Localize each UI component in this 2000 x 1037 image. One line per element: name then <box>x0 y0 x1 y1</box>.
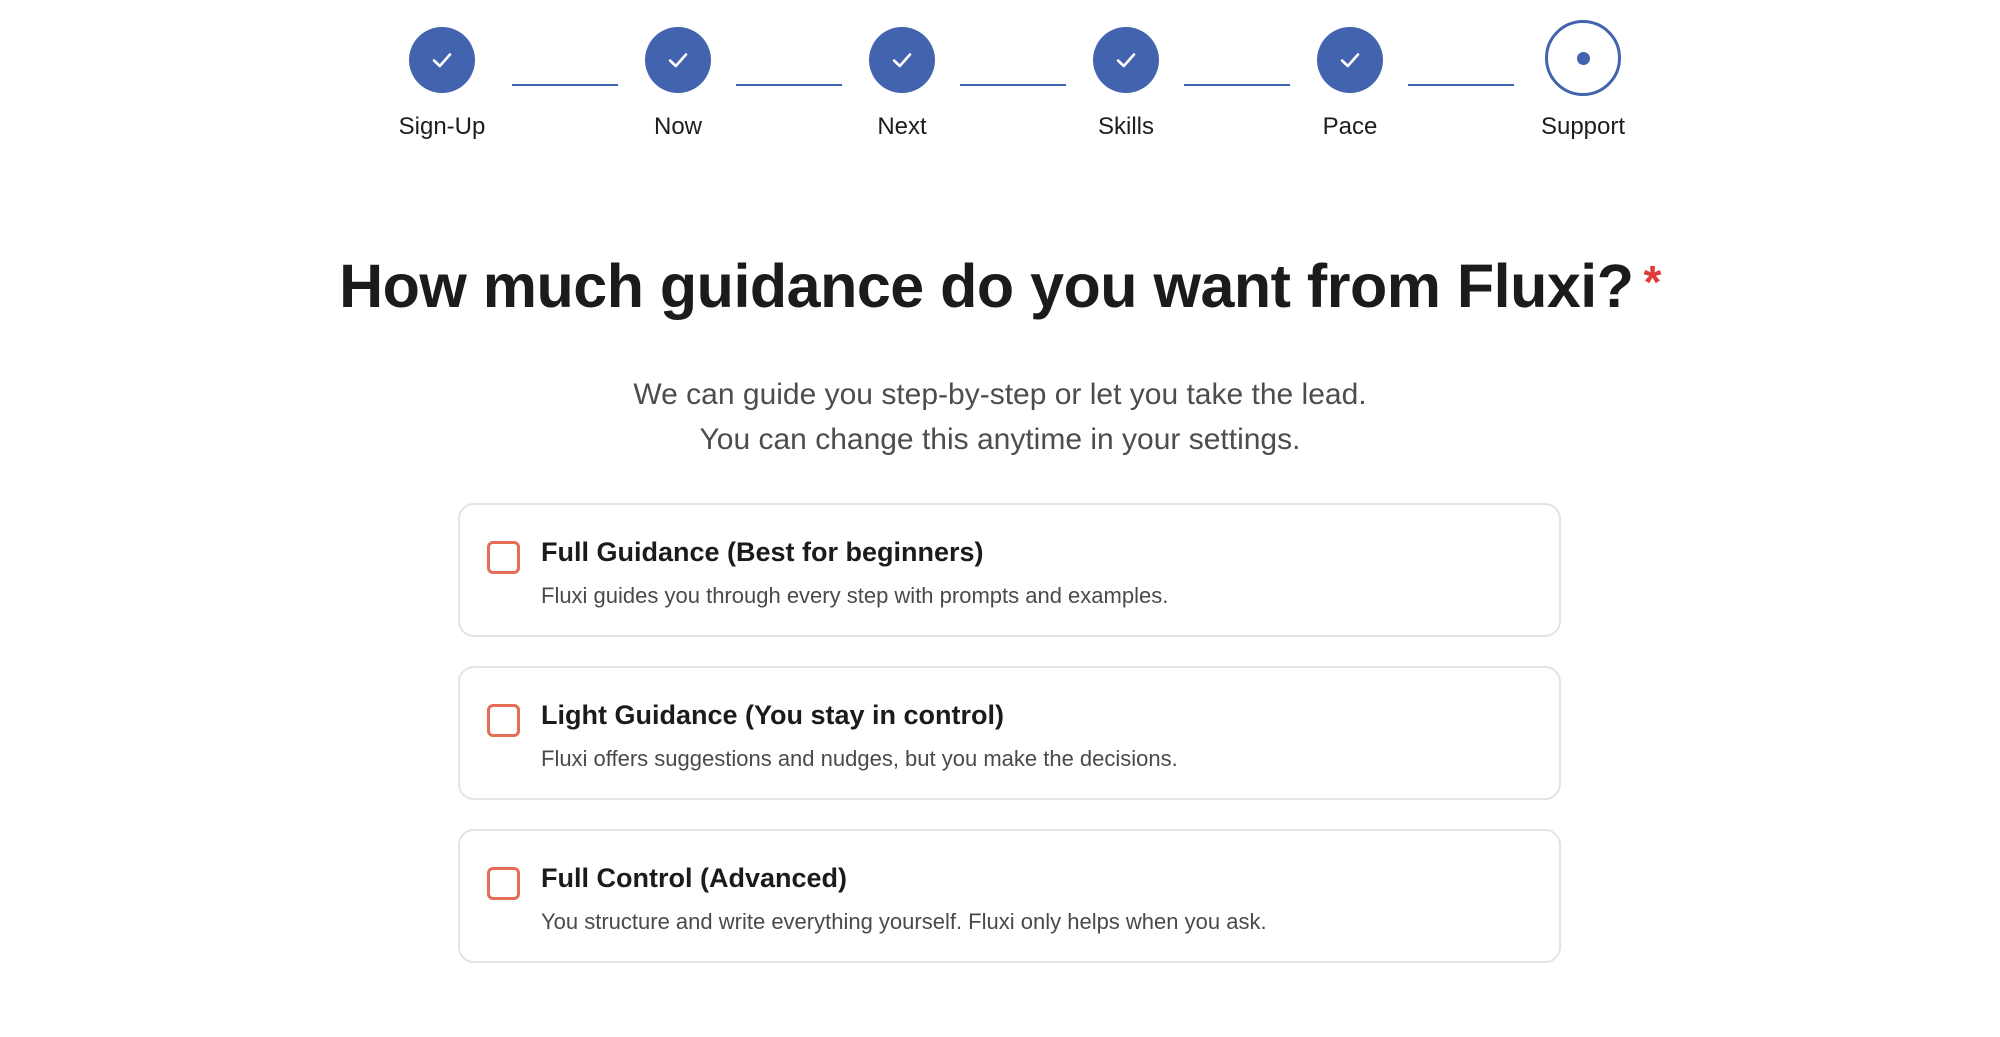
step-label: Now <box>653 113 702 140</box>
option-full-guidance[interactable]: Full Guidance (Best for beginners) Fluxi… <box>458 503 1561 637</box>
option-checkbox[interactable] <box>487 704 520 737</box>
dot-icon <box>1576 51 1590 65</box>
option-checkbox[interactable] <box>487 541 520 574</box>
step-complete-circle <box>409 27 475 93</box>
question-title: How much guidance do you want from Fluxi… <box>339 252 1634 320</box>
checkmark-icon <box>892 53 912 68</box>
step-label: Sign-Up <box>398 113 486 140</box>
option-title: Light Guidance (You stay in control) <box>541 700 1005 730</box>
option-title: Full Control (Advanced) <box>541 863 847 893</box>
checkmark-icon <box>432 53 452 68</box>
option-checkbox[interactable] <box>487 867 520 900</box>
checkmark-icon <box>1116 53 1136 68</box>
option-full-control[interactable]: Full Control (Advanced) You structure an… <box>458 829 1561 963</box>
option-description: Fluxi guides you through every step with… <box>541 583 1169 608</box>
checkmark-icon <box>668 53 688 68</box>
step-complete-circle <box>869 27 935 93</box>
description-line: You can change this anytime in your sett… <box>699 423 1301 456</box>
step-current-circle <box>1545 20 1621 96</box>
progress-stepper: Sign-Up Now Next Skills Pace Support <box>0 0 2000 150</box>
description-line: We can guide you step-by-step or let you… <box>633 378 1367 411</box>
option-title: Full Guidance (Best for beginners) <box>541 537 984 567</box>
option-description: Fluxi offers suggestions and nudges, but… <box>541 746 1178 771</box>
step-label: Next <box>877 113 927 140</box>
step-label: Pace <box>1322 113 1378 140</box>
question-heading: How much guidance do you want from Fluxi… <box>0 248 2000 324</box>
step-now[interactable]: Now <box>578 0 778 141</box>
question-description: We can guide you step-by-step or let you… <box>0 372 2000 462</box>
required-asterisk: * <box>1643 256 1662 308</box>
step-pace[interactable]: Pace <box>1250 0 1450 141</box>
step-sign-up[interactable]: Sign-Up <box>342 0 542 141</box>
step-complete-circle <box>1317 27 1383 93</box>
step-label: Skills <box>1097 113 1154 140</box>
step-skills[interactable]: Skills <box>1026 0 1226 141</box>
step-label: Support <box>1540 113 1626 140</box>
option-light-guidance[interactable]: Light Guidance (You stay in control) Flu… <box>458 666 1561 800</box>
checkmark-icon <box>1340 53 1360 68</box>
step-complete-circle <box>1093 27 1159 93</box>
step-next[interactable]: Next <box>802 0 1002 141</box>
step-support[interactable]: Support <box>1483 0 1683 141</box>
option-description: You structure and write everything yours… <box>541 909 1267 934</box>
step-complete-circle <box>645 27 711 93</box>
guidance-options: Full Guidance (Best for beginners) Fluxi… <box>458 503 1561 992</box>
